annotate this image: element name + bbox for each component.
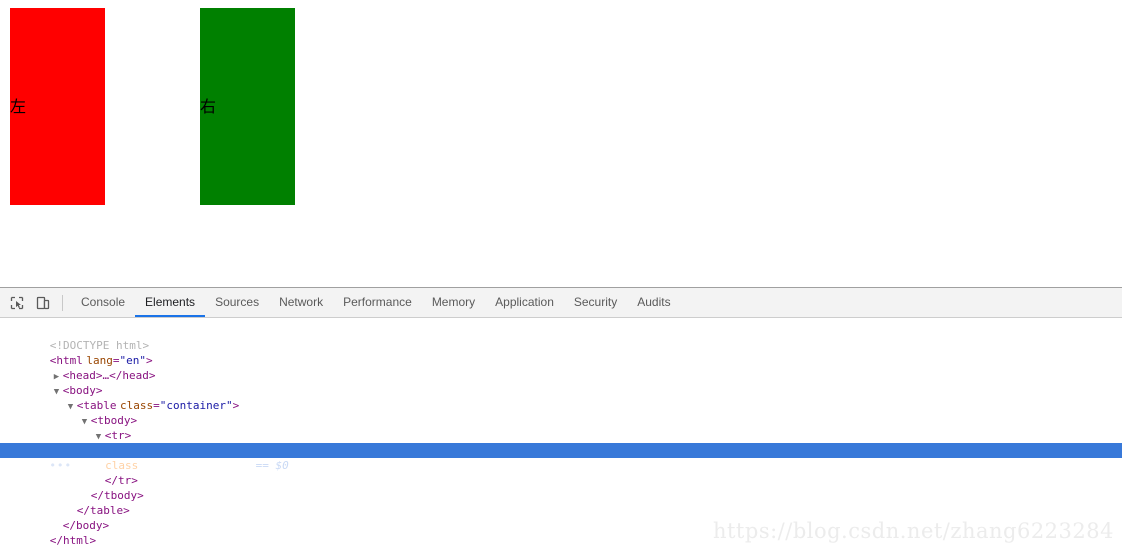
inspect-element-icon[interactable] [4, 291, 30, 315]
table-cell-right: 右 [200, 8, 295, 205]
dom-row-selected[interactable]: ••• <td class="right"> 右 </td> == $0 [0, 443, 1122, 472]
dom-row[interactable]: </body> [0, 503, 1122, 532]
tab-console[interactable]: Console [71, 288, 135, 317]
dom-row[interactable]: ▼ <tbody> [0, 398, 1122, 427]
tab-sources[interactable]: Sources [205, 288, 269, 317]
toolbar-divider [62, 294, 63, 311]
tab-memory[interactable]: Memory [422, 288, 485, 317]
table-cell-spacer [105, 8, 200, 205]
demo-table: 左 右 [10, 8, 295, 205]
dom-tree[interactable]: <!DOCTYPE html> <html lang="en"> ▶ <head>… [0, 318, 1122, 547]
tab-network[interactable]: Network [269, 288, 333, 317]
demo-table-row: 左 右 [10, 8, 295, 205]
dom-row[interactable]: <html lang="en"> [0, 338, 1122, 367]
tab-application[interactable]: Application [485, 288, 564, 317]
dom-row[interactable]: ▼ <body> [0, 368, 1122, 397]
devtools-toolbar: Console Elements Sources Network Perform… [0, 288, 1122, 318]
tab-security[interactable]: Security [564, 288, 627, 317]
tab-elements[interactable]: Elements [135, 288, 206, 317]
dom-row[interactable]: ▶ <head>…</head> [0, 353, 1122, 382]
devtools-panel: Console Elements Sources Network Perform… [0, 287, 1122, 547]
dom-tag-end: </html> [49, 534, 97, 547]
dom-row[interactable]: <td class="left"> 左 </td> [0, 428, 1122, 457]
dom-row[interactable]: ▼ <table class="container"> [0, 383, 1122, 412]
dom-row[interactable]: </table> [0, 488, 1122, 517]
watermark: https://blog.csdn.net/zhang6223284 [712, 519, 1114, 543]
dom-row[interactable]: </tr> [0, 458, 1122, 487]
demo-table-body: 左 右 [10, 8, 295, 205]
dom-row[interactable]: </tbody> [0, 473, 1122, 502]
tab-performance[interactable]: Performance [333, 288, 422, 317]
dom-row[interactable]: <!DOCTYPE html> [0, 323, 1122, 352]
device-toolbar-icon[interactable] [30, 291, 56, 315]
dom-row[interactable]: ▼ <tr> [0, 413, 1122, 442]
table-cell-left: 左 [10, 8, 105, 205]
browser-page-viewport: 左 右 [0, 0, 1122, 287]
tab-audits[interactable]: Audits [627, 288, 680, 317]
